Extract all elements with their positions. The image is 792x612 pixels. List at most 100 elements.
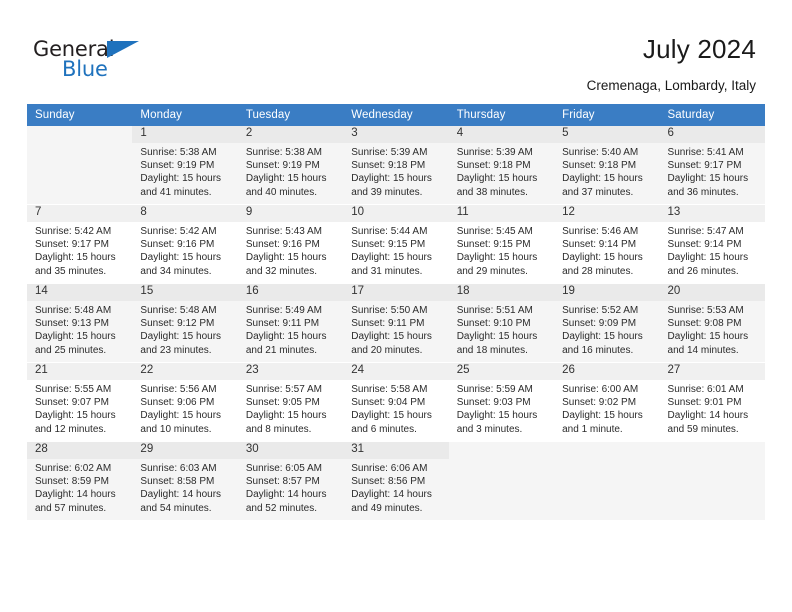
calendar-day-cell[interactable]: 14 Sunrise: 5:48 AM Sunset: 9:13 PM Dayligh… [27, 283, 133, 363]
calendar-day-cell[interactable]: 23 Sunrise: 5:57 AM Sunset: 9:05 PM Dayligh… [237, 362, 344, 442]
calendar-day-cell[interactable]: 16 Sunrise: 5:49 AM Sunset: 9:11 PM Dayligh… [237, 283, 344, 363]
day-daylight-line: and 38 minutes. [456, 186, 528, 198]
calendar-day-cell[interactable]: 7 Sunrise: 5:42 AM Sunset: 9:17 PM Daylight… [27, 204, 133, 284]
day-daylight-line: Daylight: 15 hours [667, 331, 749, 343]
day-sunset-line: Sunset: 9:10 PM [456, 318, 531, 330]
calendar-day-cell[interactable]: 10 Sunrise: 5:44 AM Sunset: 9:15 PM Dayligh… [343, 204, 449, 284]
day-sunrise-line: Sunrise: 5:43 AM [245, 226, 322, 237]
day-number-band [449, 442, 554, 459]
day-daylight-line: and 16 minutes. [562, 344, 634, 356]
general-blue-logo[interactable]: General Blue [33, 38, 153, 82]
day-cell-inner: 16 Sunrise: 5:49 AM Sunset: 9:11 PM Dayligh… [237, 284, 344, 362]
day-sunrise-line: Sunrise: 5:50 AM [351, 305, 428, 316]
day-daylight-line: Daylight: 14 hours [667, 410, 749, 422]
calendar-day-cell[interactable]: 3 Sunrise: 5:39 AM Sunset: 9:18 PM Daylight… [343, 126, 449, 205]
day-number-band [27, 126, 132, 143]
day-daylight-line: Daylight: 15 hours [140, 331, 222, 343]
day-daylight-line: and 25 minutes. [35, 344, 107, 356]
day-details: Sunrise: 5:50 AM Sunset: 9:11 PM Daylight:… [343, 301, 448, 357]
calendar-day-cell[interactable]: 4 Sunrise: 5:39 AM Sunset: 9:18 PM Daylight… [448, 126, 555, 205]
day-number: 21 [35, 364, 48, 376]
calendar-day-cell[interactable]: 31 Sunrise: 6:06 AM Sunset: 8:56 PM Dayligh… [343, 441, 449, 521]
day-number-band: 13 [659, 205, 765, 222]
day-number-band: 26 [554, 363, 660, 380]
page-header: General Blue July 2024 Cremenaga, Lombar… [0, 0, 792, 98]
day-number: 10 [351, 206, 365, 218]
calendar-day-cell[interactable]: 28 Sunrise: 6:02 AM Sunset: 8:59 PM Dayligh… [27, 441, 133, 521]
day-cell-inner: 26 Sunrise: 6:00 AM Sunset: 9:02 PM Dayligh… [554, 363, 660, 441]
day-sunrise-line: Sunrise: 6:02 AM [35, 463, 112, 474]
day-sunrise-line: Sunrise: 5:47 AM [667, 226, 744, 237]
day-sunset-line: Sunset: 8:59 PM [35, 476, 109, 488]
day-daylight-line: and 6 minutes. [351, 423, 417, 435]
day-number-band: 5 [554, 126, 660, 143]
day-number: 26 [562, 364, 575, 376]
day-sunset-line: Sunset: 9:18 PM [456, 160, 531, 172]
day-sunset-line: Sunset: 9:08 PM [667, 318, 742, 330]
day-cell-inner: 2 Sunrise: 5:38 AM Sunset: 9:19 PM Daylight… [237, 126, 344, 204]
day-number-band: 14 [27, 284, 133, 301]
calendar-day-cell[interactable]: 12 Sunrise: 5:46 AM Sunset: 9:14 PM Dayligh… [554, 204, 660, 284]
day-daylight-line: Daylight: 15 hours [351, 252, 432, 264]
day-number: 13 [667, 206, 681, 218]
day-sunrise-line: Sunrise: 6:00 AM [562, 384, 639, 395]
day-number: 24 [351, 364, 365, 376]
logo-triangle-icon [107, 41, 139, 58]
day-sunset-line: Sunset: 9:18 PM [562, 160, 637, 172]
day-sunrise-line: Sunrise: 5:40 AM [562, 147, 639, 158]
day-sunrise-line: Sunrise: 5:44 AM [351, 226, 428, 237]
calendar-week-row: 21 Sunrise: 5:55 AM Sunset: 9:07 PM Dayligh… [27, 362, 765, 442]
day-number: 22 [140, 364, 154, 376]
day-sunset-line: Sunset: 9:14 PM [667, 239, 742, 251]
day-daylight-line: and 18 minutes. [456, 344, 528, 356]
calendar-day-cell[interactable]: 21 Sunrise: 5:55 AM Sunset: 9:07 PM Dayligh… [27, 362, 133, 442]
day-number: 5 [562, 127, 569, 139]
day-number-band: 11 [448, 205, 555, 222]
calendar-body: 1 Sunrise: 5:38 AM Sunset: 9:19 PM Daylight… [27, 126, 765, 521]
calendar-day-cell[interactable]: 6 Sunrise: 5:41 AM Sunset: 9:17 PM Daylight… [659, 126, 765, 205]
day-sunset-line: Sunset: 9:13 PM [35, 318, 109, 330]
day-details [27, 143, 132, 146]
calendar-day-cell[interactable]: 22 Sunrise: 5:56 AM Sunset: 9:06 PM Dayligh… [132, 362, 238, 442]
day-number-band: 25 [448, 363, 555, 380]
calendar-page: General Blue July 2024 Cremenaga, Lombar… [0, 0, 792, 612]
calendar-day-cell[interactable]: 18 Sunrise: 5:51 AM Sunset: 9:10 PM Dayligh… [448, 283, 555, 363]
day-sunset-line: Sunset: 9:19 PM [245, 160, 320, 172]
calendar-day-cell[interactable]: 8 Sunrise: 5:42 AM Sunset: 9:16 PM Daylight… [132, 204, 238, 284]
calendar-day-cell[interactable]: 20 Sunrise: 5:53 AM Sunset: 9:08 PM Dayligh… [659, 283, 765, 363]
calendar-day-cell[interactable]: 24 Sunrise: 5:58 AM Sunset: 9:04 PM Dayligh… [343, 362, 449, 442]
day-sunrise-line: Sunrise: 5:38 AM [245, 147, 322, 158]
day-sunset-line: Sunset: 9:15 PM [351, 239, 426, 251]
day-sunset-line: Sunset: 9:16 PM [140, 239, 215, 251]
day-details: Sunrise: 6:05 AM Sunset: 8:57 PM Daylight:… [238, 459, 343, 515]
day-sunset-line: Sunset: 9:03 PM [456, 397, 531, 409]
day-details: Sunrise: 5:42 AM Sunset: 9:16 PM Daylight:… [132, 222, 237, 278]
calendar-day-cell[interactable]: 2 Sunrise: 5:38 AM Sunset: 9:19 PM Daylight… [237, 126, 344, 205]
day-details: Sunrise: 5:53 AM Sunset: 9:08 PM Daylight:… [660, 301, 765, 357]
day-daylight-line: Daylight: 15 hours [140, 410, 222, 422]
calendar-day-cell[interactable]: 30 Sunrise: 6:05 AM Sunset: 8:57 PM Dayligh… [237, 441, 344, 521]
page-title: July 2024 [642, 34, 756, 64]
calendar-day-cell[interactable]: 9 Sunrise: 5:43 AM Sunset: 9:16 PM Daylight… [237, 204, 344, 284]
calendar-day-cell[interactable]: 5 Sunrise: 5:40 AM Sunset: 9:18 PM Daylight… [554, 126, 660, 205]
day-sunset-line: Sunset: 9:16 PM [245, 239, 320, 251]
day-cell-inner [660, 442, 765, 520]
calendar-day-cell[interactable]: 15 Sunrise: 5:48 AM Sunset: 9:12 PM Dayligh… [132, 283, 238, 363]
calendar-day-cell[interactable]: 26 Sunrise: 6:00 AM Sunset: 9:02 PM Dayligh… [554, 362, 660, 442]
day-number: 23 [245, 364, 259, 376]
day-daylight-line: Daylight: 14 hours [35, 489, 116, 501]
calendar-day-cell[interactable]: 11 Sunrise: 5:45 AM Sunset: 9:15 PM Dayligh… [448, 204, 555, 284]
calendar-day-cell[interactable]: 1 Sunrise: 5:38 AM Sunset: 9:19 PM Daylight… [132, 126, 238, 205]
calendar-day-cell[interactable]: 29 Sunrise: 6:03 AM Sunset: 8:58 PM Dayligh… [132, 441, 238, 521]
calendar-day-cell[interactable]: 27 Sunrise: 6:01 AM Sunset: 9:01 PM Dayligh… [659, 362, 765, 442]
calendar-day-cell[interactable]: 17 Sunrise: 5:50 AM Sunset: 9:11 PM Dayligh… [343, 283, 449, 363]
day-number: 15 [140, 285, 154, 297]
day-details: Sunrise: 5:46 AM Sunset: 9:14 PM Daylight:… [554, 222, 659, 278]
day-sunset-line: Sunset: 8:56 PM [351, 476, 426, 488]
calendar-day-cell[interactable]: 25 Sunrise: 5:59 AM Sunset: 9:03 PM Dayligh… [448, 362, 555, 442]
calendar-day-cell[interactable]: 13 Sunrise: 5:47 AM Sunset: 9:14 PM Dayligh… [659, 204, 765, 284]
day-number: 9 [245, 206, 253, 218]
calendar-day-cell[interactable]: 19 Sunrise: 5:52 AM Sunset: 9:09 PM Dayligh… [554, 283, 660, 363]
day-details: Sunrise: 5:43 AM Sunset: 9:16 PM Daylight:… [238, 222, 343, 278]
day-details: Sunrise: 5:59 AM Sunset: 9:03 PM Daylight:… [449, 380, 554, 436]
